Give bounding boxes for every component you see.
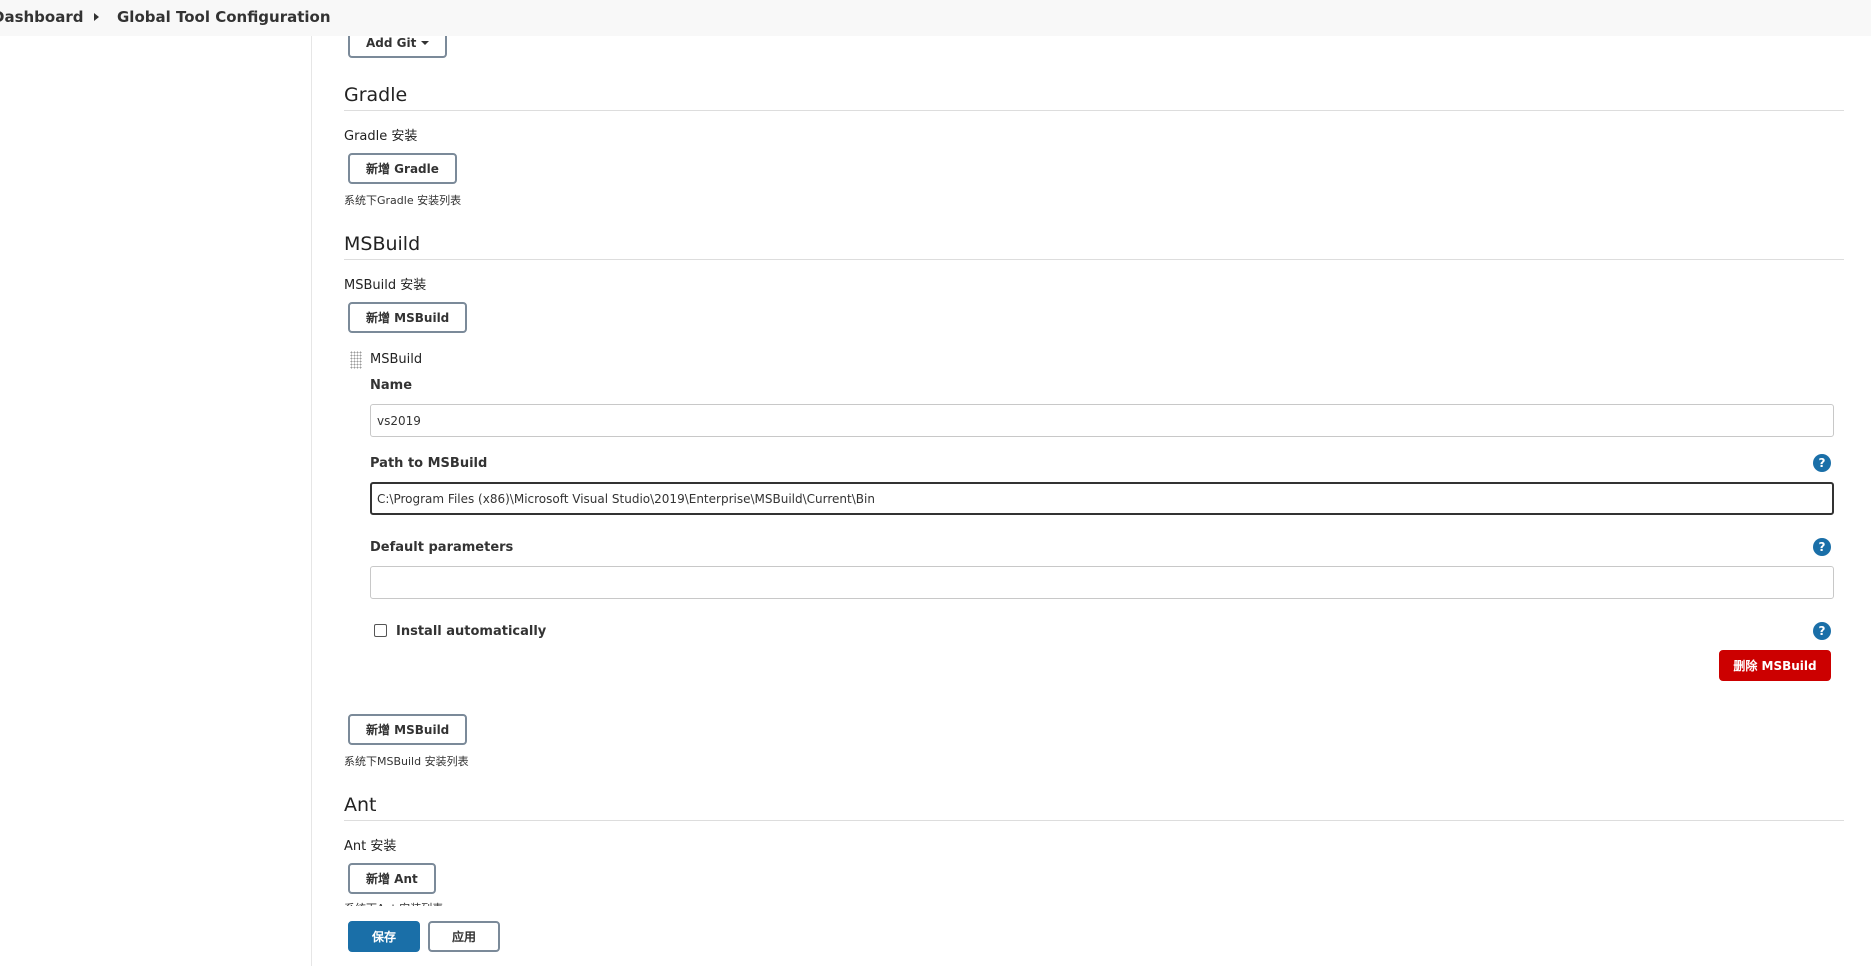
side-panel (0, 36, 312, 966)
msbuild-description: 系统下MSBuild 安装列表 (344, 755, 469, 768)
breadcrumb: Dashboard Global Tool Configuration (0, 0, 1871, 36)
breadcrumb-separator-icon[interactable] (94, 13, 99, 21)
ant-section-divider (344, 820, 1844, 821)
ant-installations-label: Ant 安装 (344, 839, 397, 854)
add-git-button-label: Add Git (366, 36, 417, 50)
gradle-installations-label: Gradle 安装 (344, 129, 418, 144)
msbuild-name-label: Name (370, 378, 413, 393)
path-help-icon[interactable]: ? (1813, 454, 1831, 472)
default-parameters-input[interactable] (370, 566, 1834, 599)
main-content: Add Git Gradle Gradle 安装 新增 Gradle 系统下Gr… (344, 0, 1844, 966)
drag-handle-icon[interactable] (350, 351, 362, 369)
install-automatically-checkbox[interactable] (374, 624, 387, 637)
install-automatically-help-icon[interactable]: ? (1813, 622, 1831, 640)
msbuild-path-label: Path to MSBuild (370, 456, 488, 471)
default-parameters-help-icon[interactable]: ? (1813, 538, 1831, 556)
msbuild-section-divider (344, 259, 1844, 260)
breadcrumb-global-tool-configuration[interactable]: Global Tool Configuration (117, 8, 331, 26)
msbuild-installations-label: MSBuild 安装 (344, 278, 427, 293)
add-gradle-button[interactable]: 新增 Gradle (348, 153, 457, 184)
msbuild-name-input[interactable] (370, 404, 1834, 437)
gradle-section-divider (344, 110, 1844, 111)
gradle-description: 系统下Gradle 安装列表 (344, 194, 462, 207)
msbuild-path-input[interactable] (370, 482, 1834, 515)
default-parameters-label: Default parameters (370, 540, 514, 555)
add-msbuild-button-bottom[interactable]: 新增 MSBuild (348, 714, 468, 745)
msbuild-item-header: MSBuild (370, 352, 423, 367)
apply-button[interactable]: 应用 (428, 921, 500, 952)
chevron-down-icon (421, 41, 430, 45)
delete-msbuild-button[interactable]: 删除 MSBuild (1719, 650, 1831, 681)
breadcrumb-dashboard[interactable]: Dashboard (0, 8, 83, 26)
gradle-section-title: Gradle (344, 84, 408, 106)
ant-description: 系统下Ant 安装列表 (344, 900, 443, 906)
install-automatically-label[interactable]: Install automatically (396, 624, 546, 639)
save-button[interactable]: 保存 (348, 921, 420, 952)
msbuild-section-title: MSBuild (344, 233, 421, 255)
ant-section-title: Ant (344, 794, 377, 816)
add-ant-button[interactable]: 新增 Ant (348, 863, 436, 894)
add-msbuild-button-top[interactable]: 新增 MSBuild (348, 302, 468, 333)
